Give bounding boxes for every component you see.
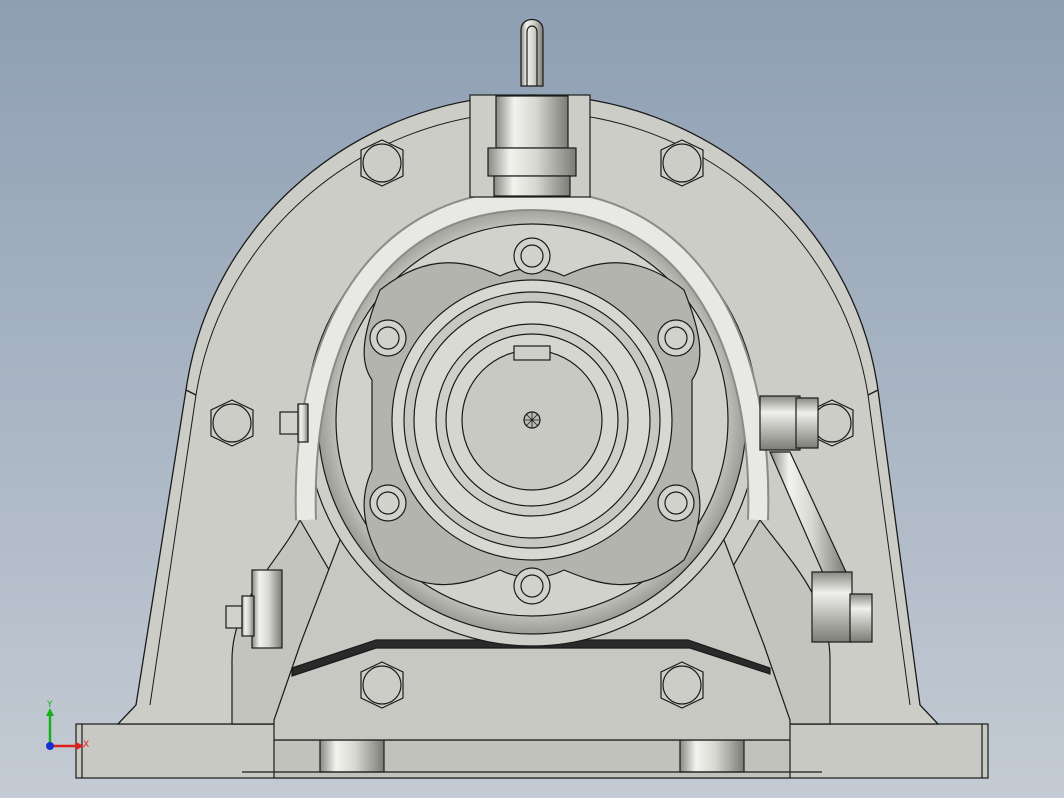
z-axis-dot — [46, 742, 54, 750]
bolt-low-right — [660, 661, 704, 709]
bolt-low-left — [360, 661, 404, 709]
bolt-top-left — [360, 139, 404, 187]
x-axis-label: X — [83, 740, 89, 750]
cad-viewport[interactable]: Y X — [0, 0, 1064, 798]
bolt-top-right — [660, 139, 704, 187]
bolt-mid-left — [210, 399, 254, 447]
bearing-housing-model[interactable]: Y X — [0, 0, 1064, 798]
y-axis-label: Y — [46, 700, 53, 710]
